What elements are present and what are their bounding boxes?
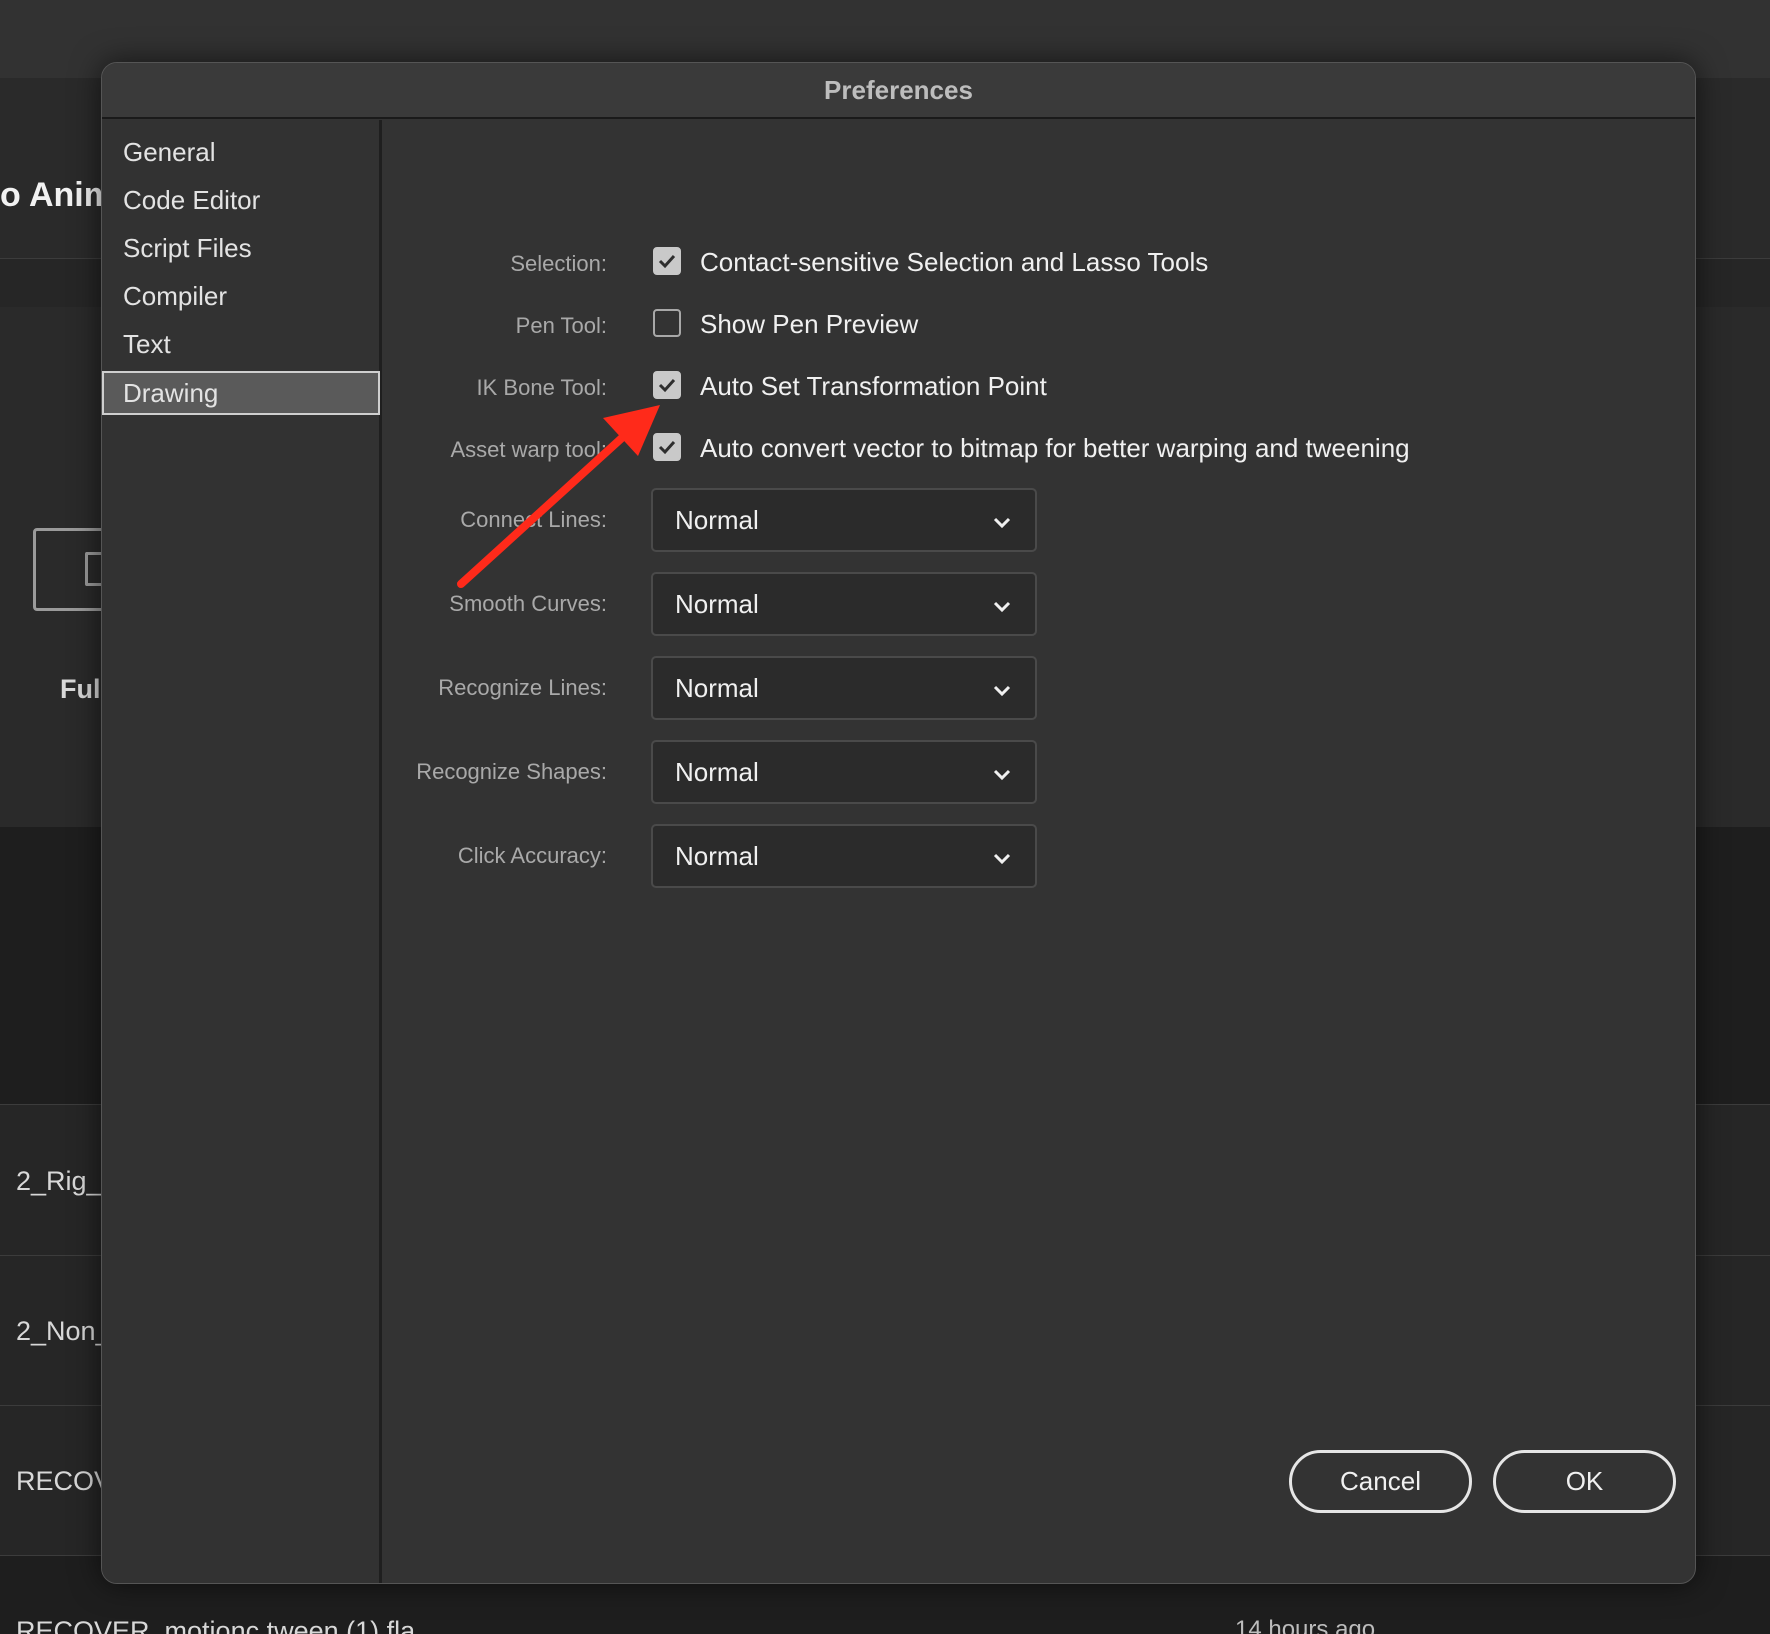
chevron-down-icon <box>993 685 1011 697</box>
preferences-sidebar: General Code Editor Script Files Compile… <box>102 120 382 1583</box>
sidebar-item-label: Compiler <box>123 280 228 311</box>
checkmark-icon <box>658 378 676 393</box>
chevron-down-icon <box>993 601 1011 613</box>
recent-file-row[interactable]: 2_Rig_/ <box>16 1166 109 1197</box>
preferences-dialog: Preferences General Code Editor Script F… <box>101 62 1696 1584</box>
auto-set-transformation-checkbox[interactable] <box>653 371 681 399</box>
sidebar-item-label: Drawing <box>123 377 219 408</box>
ok-button[interactable]: OK <box>1493 1450 1676 1513</box>
ik-bone-tool-label: IK Bone Tool: <box>476 375 607 400</box>
recognize-lines-dropdown[interactable]: Normal <box>651 656 1037 720</box>
connect-lines-dropdown[interactable]: Normal <box>651 488 1037 552</box>
checkmark-icon <box>658 440 676 455</box>
sidebar-item-text[interactable]: Text <box>102 322 380 366</box>
checkmark-icon <box>658 254 676 269</box>
recognize-lines-label: Recognize Lines: <box>438 675 607 700</box>
cancel-button[interactable]: Cancel <box>1289 1450 1472 1513</box>
sidebar-item-label: Script Files <box>123 232 252 263</box>
click-accuracy-label: Click Accuracy: <box>457 843 607 868</box>
click-accuracy-dropdown[interactable]: Normal <box>651 824 1037 888</box>
sidebar-item-label: General <box>123 136 216 167</box>
auto-convert-bitmap-label[interactable]: Auto convert vector to bitmap for better… <box>700 433 1410 464</box>
recognize-shapes-dropdown[interactable]: Normal <box>651 740 1037 804</box>
sidebar-item-label: Code Editor <box>123 184 261 215</box>
chevron-down-icon <box>993 853 1011 865</box>
sidebar-item-compiler[interactable]: Compiler <box>102 274 380 318</box>
dropdown-value: Normal <box>675 672 759 703</box>
sidebar-item-script-files[interactable]: Script Files <box>102 226 380 270</box>
connect-lines-label: Connect Lines: <box>460 507 607 532</box>
auto-set-transformation-label[interactable]: Auto Set Transformation Point <box>700 371 1047 402</box>
recent-file-time: 14 hours ago <box>1235 1616 1376 1634</box>
recent-file-row[interactable]: RECOVER_motionc tween (1).fla <box>16 1616 415 1634</box>
sidebar-item-general[interactable]: General <box>102 130 380 174</box>
selection-label: Selection: <box>510 251 607 276</box>
chevron-down-icon <box>993 517 1011 529</box>
sidebar-item-code-editor[interactable]: Code Editor <box>102 178 380 222</box>
smooth-curves-dropdown[interactable]: Normal <box>651 572 1037 636</box>
dialog-title: Preferences <box>824 74 973 105</box>
chevron-down-icon <box>993 769 1011 781</box>
app-title-fragment: o Anim <box>0 176 114 214</box>
asset-warp-tool-label: Asset warp tool: <box>450 437 607 462</box>
recent-file-row[interactable]: 2_Non_ <box>16 1316 111 1347</box>
drawing-preferences-panel: Selection: Contact-sensitive Selection a… <box>385 120 1695 1583</box>
auto-convert-bitmap-checkbox[interactable] <box>653 433 681 461</box>
pen-tool-label: Pen Tool: <box>515 313 607 338</box>
dropdown-value: Normal <box>675 504 759 535</box>
contact-sensitive-checkbox[interactable] <box>653 247 681 275</box>
sidebar-item-drawing[interactable]: Drawing <box>102 371 380 415</box>
dropdown-value: Normal <box>675 840 759 871</box>
sidebar-item-label: Text <box>123 328 171 359</box>
show-pen-preview-checkbox[interactable] <box>653 309 681 337</box>
show-pen-preview-label[interactable]: Show Pen Preview <box>700 309 918 340</box>
recognize-shapes-label: Recognize Shapes: <box>416 759 607 784</box>
dropdown-value: Normal <box>675 588 759 619</box>
contact-sensitive-label[interactable]: Contact-sensitive Selection and Lasso To… <box>700 247 1208 278</box>
smooth-curves-label: Smooth Curves: <box>449 591 607 616</box>
dropdown-value: Normal <box>675 756 759 787</box>
dialog-titlebar[interactable]: Preferences <box>102 63 1695 119</box>
